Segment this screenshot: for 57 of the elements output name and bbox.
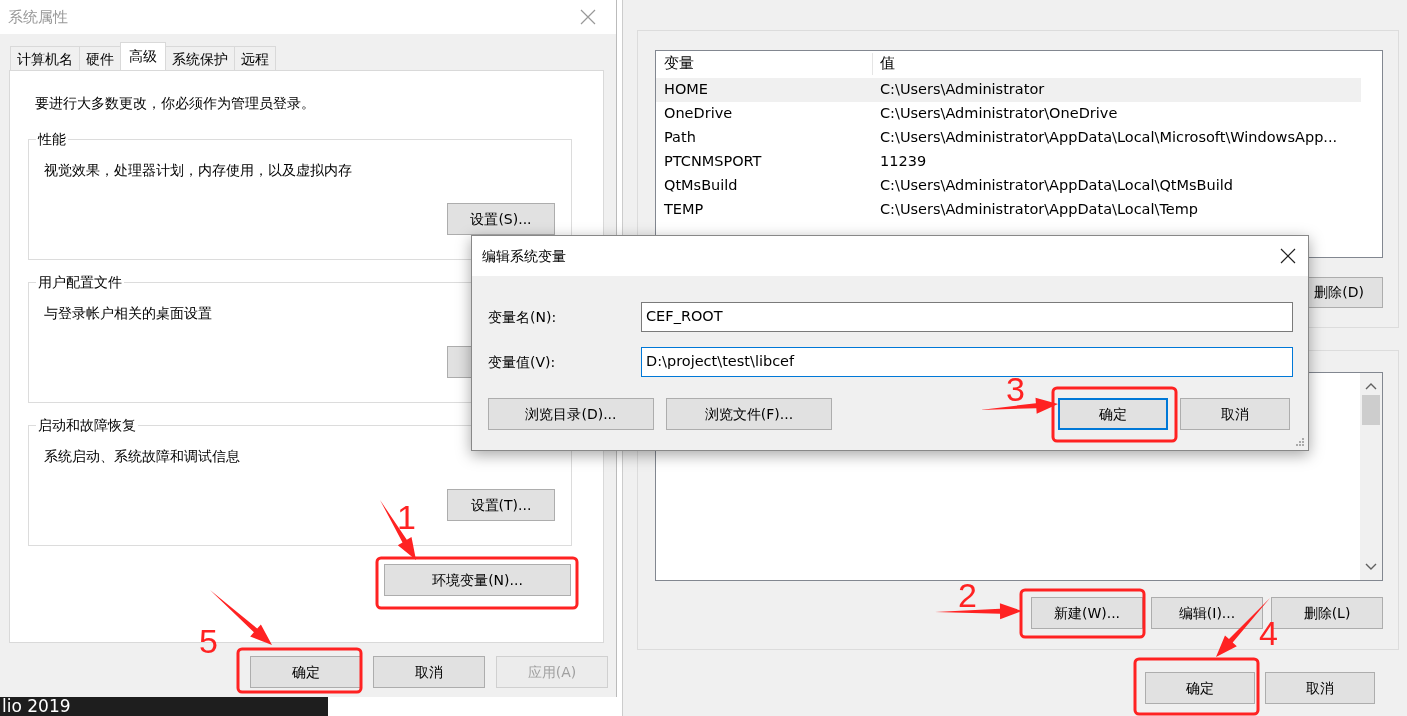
taskbar-text: lio 2019 <box>1 697 72 716</box>
dialog-button[interactable]: 取消 <box>1265 672 1375 704</box>
pointer-arrow <box>380 500 416 560</box>
resize-grip-icon[interactable] <box>1295 437 1305 447</box>
tab[interactable]: 远程 <box>234 46 276 70</box>
dialog-button[interactable]: 确定 <box>1145 672 1255 704</box>
table-cell-text: Path <box>663 128 697 148</box>
table-row[interactable]: HOME C:\Users\Administrator <box>656 78 1361 102</box>
system-variable-button[interactable]: 新建(W)... <box>1031 597 1143 629</box>
dialog-button[interactable]: 取消 <box>373 656 485 688</box>
table-row[interactable]: QtMsBuild C:\Users\Administrator\AppData\Local\QtMsBuild <box>656 174 1361 198</box>
table-cell-text: TEMP <box>663 200 705 220</box>
dialog-title: 编辑系统变量 <box>482 246 566 266</box>
input-field[interactable]: D:\project\test\libcef <box>641 347 1293 377</box>
column-header: 变量 <box>656 53 873 75</box>
tab[interactable]: 高级 <box>120 42 166 70</box>
system-variable-button[interactable]: 编辑(I)... <box>1151 597 1263 629</box>
close-icon[interactable] <box>1280 248 1296 264</box>
settings-button[interactable]: 设置(T)... <box>447 489 555 521</box>
group-title: 启动和故障恢复 <box>36 416 138 434</box>
table-cell-text: C:\Users\Administrator\AppData\Local\Microsoft\WindowsApp... <box>879 128 1338 148</box>
field-label: 变量值(V): <box>488 352 557 372</box>
tab[interactable]: 计算机名 <box>10 46 80 70</box>
table-cell-text: PTCNMSPORT <box>663 152 763 172</box>
dialog-button[interactable]: 确定 <box>250 656 362 688</box>
scrollbar[interactable] <box>1360 373 1382 580</box>
table-cell-text: HOME <box>663 80 709 100</box>
table-cell-text: C:\Users\Administrator\AppData\Local\QtMsBuild <box>879 176 1233 196</box>
dialog-button[interactable]: 确定 <box>1058 398 1168 430</box>
group-description: 视觉效果，处理器计划，内存使用，以及虚拟内存 <box>44 162 352 178</box>
settings-button[interactable]: 设置(S)... <box>447 203 555 235</box>
table-cell-text: C:\Users\Administrator\OneDrive <box>879 104 1118 124</box>
table-cell-text: C:\Users\Administrator <box>879 80 1045 100</box>
group-title: 用户配置文件 <box>36 273 124 291</box>
notice-text: 要进行大多数更改，你必须作为管理员登录。 <box>34 94 316 113</box>
table-row[interactable]: Path C:\Users\Administrator\AppData\Local\Microsoft\WindowsApp... <box>656 126 1361 150</box>
group-description: 与登录帐户相关的桌面设置 <box>44 305 212 321</box>
table-row[interactable]: TEMP C:\Users\Administrator\AppData\Local\Temp <box>656 198 1361 222</box>
table-cell-text: OneDrive <box>663 104 734 124</box>
dialog-button[interactable]: 浏览目录(D)... <box>488 398 654 430</box>
field-label: 变量名(N): <box>488 307 558 327</box>
group-description: 系统启动、系统故障和调试信息 <box>44 448 240 464</box>
step-number: 5 <box>199 624 218 658</box>
table-cell-text: C:\Users\Administrator\AppData\Local\Temp <box>879 200 1199 220</box>
environment-variables-button[interactable]: 环境变量(N)... <box>384 564 571 596</box>
table-cell-text: 11239 <box>879 152 927 172</box>
step-number: 2 <box>958 578 977 612</box>
dialog-button[interactable]: 浏览文件(F)... <box>666 398 832 430</box>
window-title: 系统属性 <box>8 6 68 28</box>
dialog-button[interactable]: 取消 <box>1180 398 1290 430</box>
table-row[interactable]: OneDrive C:\Users\Administrator\OneDrive <box>656 102 1361 126</box>
group-title: 性能 <box>36 130 68 148</box>
table-row[interactable]: PTCNMSPORT 11239 <box>656 150 1361 174</box>
input-field[interactable]: CEF_ROOT <box>641 302 1293 332</box>
step-number: 1 <box>397 500 416 534</box>
column-header: 值 <box>879 54 895 74</box>
table-cell-text: QtMsBuild <box>663 176 739 196</box>
